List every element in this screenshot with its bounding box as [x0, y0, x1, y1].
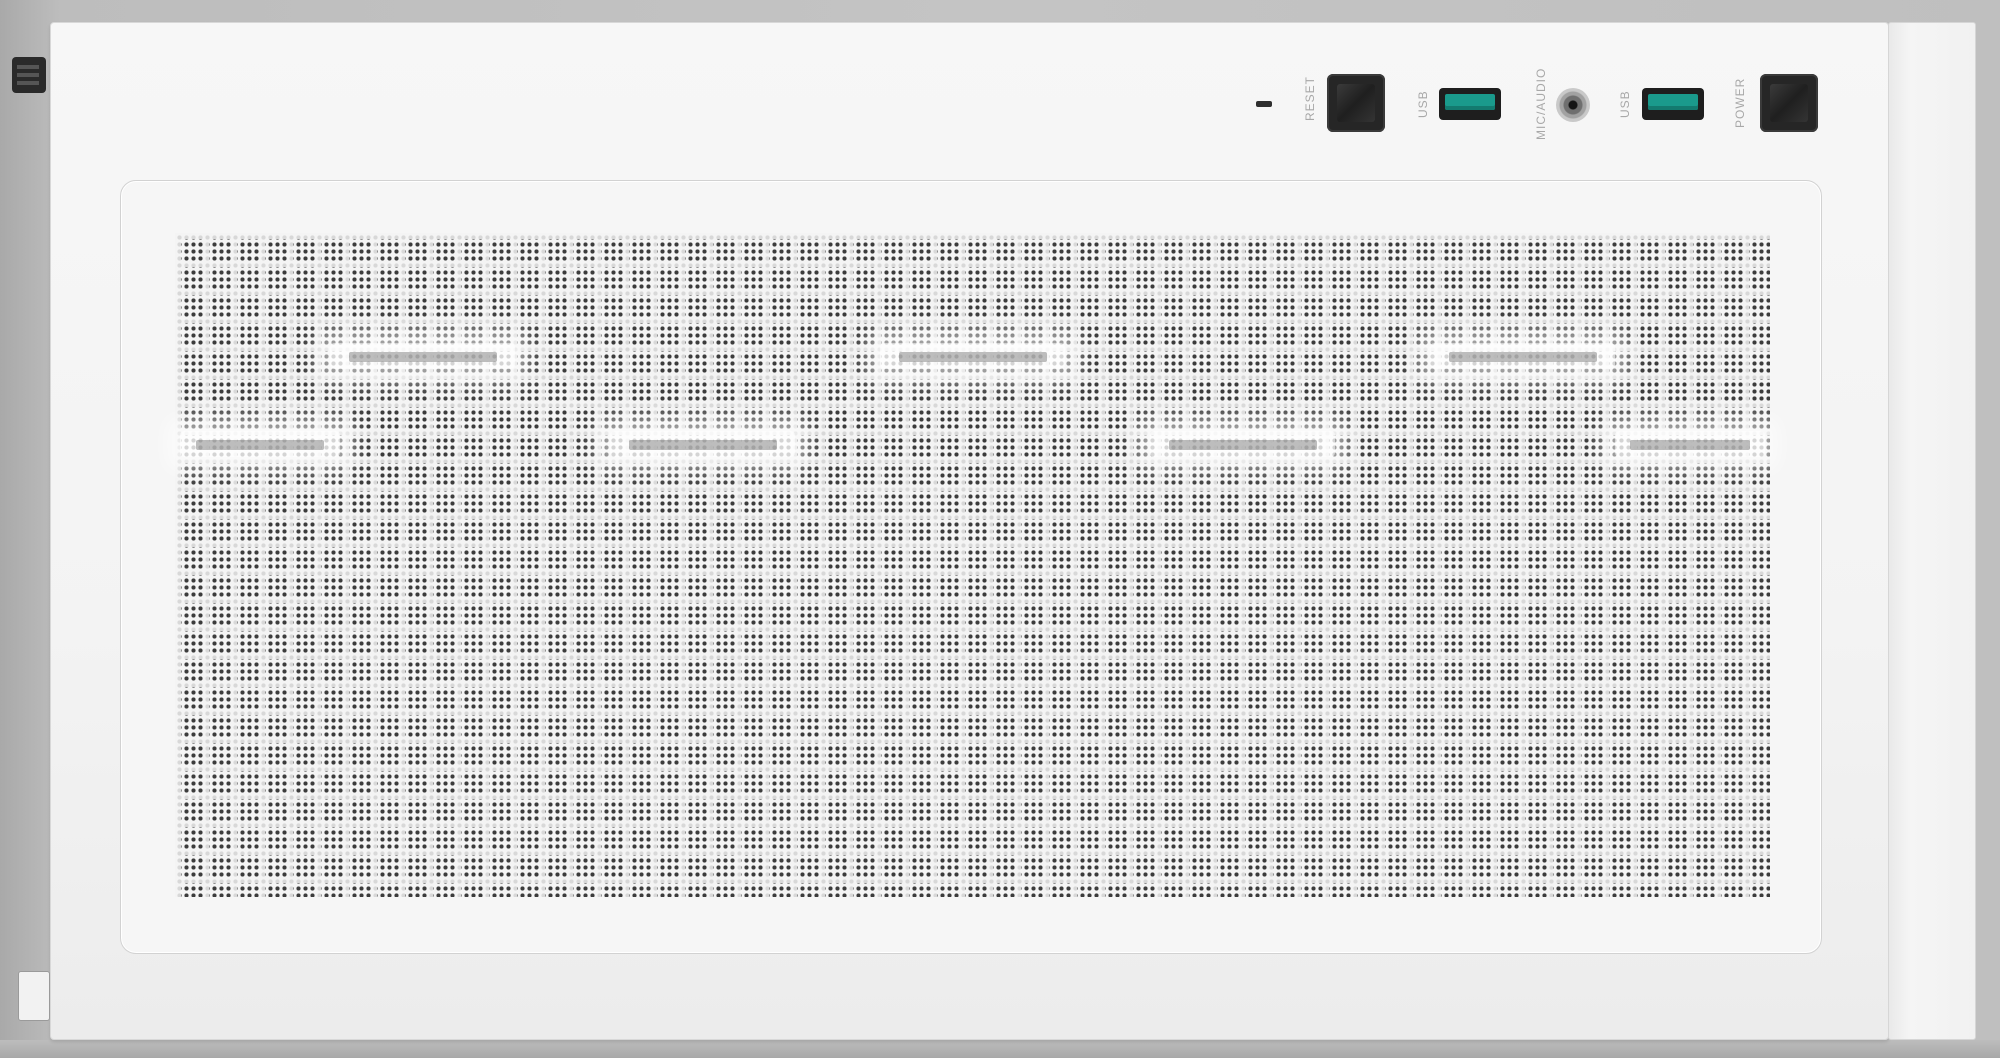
- mesh-cell-pattern: [175, 233, 1770, 897]
- power-label: POWER: [1733, 77, 1747, 128]
- reset-button[interactable]: [1327, 74, 1385, 132]
- usb-right-label: USB: [1618, 90, 1632, 118]
- fan-frame-bar: [898, 352, 1047, 362]
- top-latch-icon: [12, 57, 46, 93]
- fan-frame-shadow: [1150, 431, 1335, 457]
- fan-frame-shadow: [330, 343, 515, 369]
- power-button[interactable]: [1760, 74, 1818, 132]
- usb-port-left-icon[interactable]: [1439, 88, 1501, 120]
- status-led-icon: [1256, 101, 1272, 107]
- usb-left-label: USB: [1416, 90, 1430, 118]
- backdrop: [0, 1040, 2000, 1058]
- mic-audio-label: MIC/AUDIO: [1534, 67, 1548, 140]
- fan-frame-bar: [628, 440, 777, 450]
- reset-label: RESET: [1303, 75, 1317, 121]
- fan-frame-shadow: [1615, 431, 1765, 457]
- fan-frame-bar: [196, 440, 324, 450]
- fan-frame-bar: [1168, 440, 1317, 450]
- usb-port-right-icon[interactable]: [1642, 88, 1704, 120]
- fan-frame-bar: [1630, 440, 1750, 450]
- fan-frame-bar: [348, 352, 497, 362]
- case-foot: [18, 971, 50, 1021]
- fan-frame-shadow: [180, 431, 340, 457]
- fan-frame-shadow: [880, 343, 1065, 369]
- fan-frame-shadow: [610, 431, 795, 457]
- case-side-panel: [1888, 22, 1976, 1040]
- mesh-grille: [175, 233, 1770, 897]
- fan-frame-bar: [1448, 352, 1597, 362]
- audio-jack-icon[interactable]: [1556, 88, 1590, 122]
- fan-frame-shadow: [1430, 343, 1615, 369]
